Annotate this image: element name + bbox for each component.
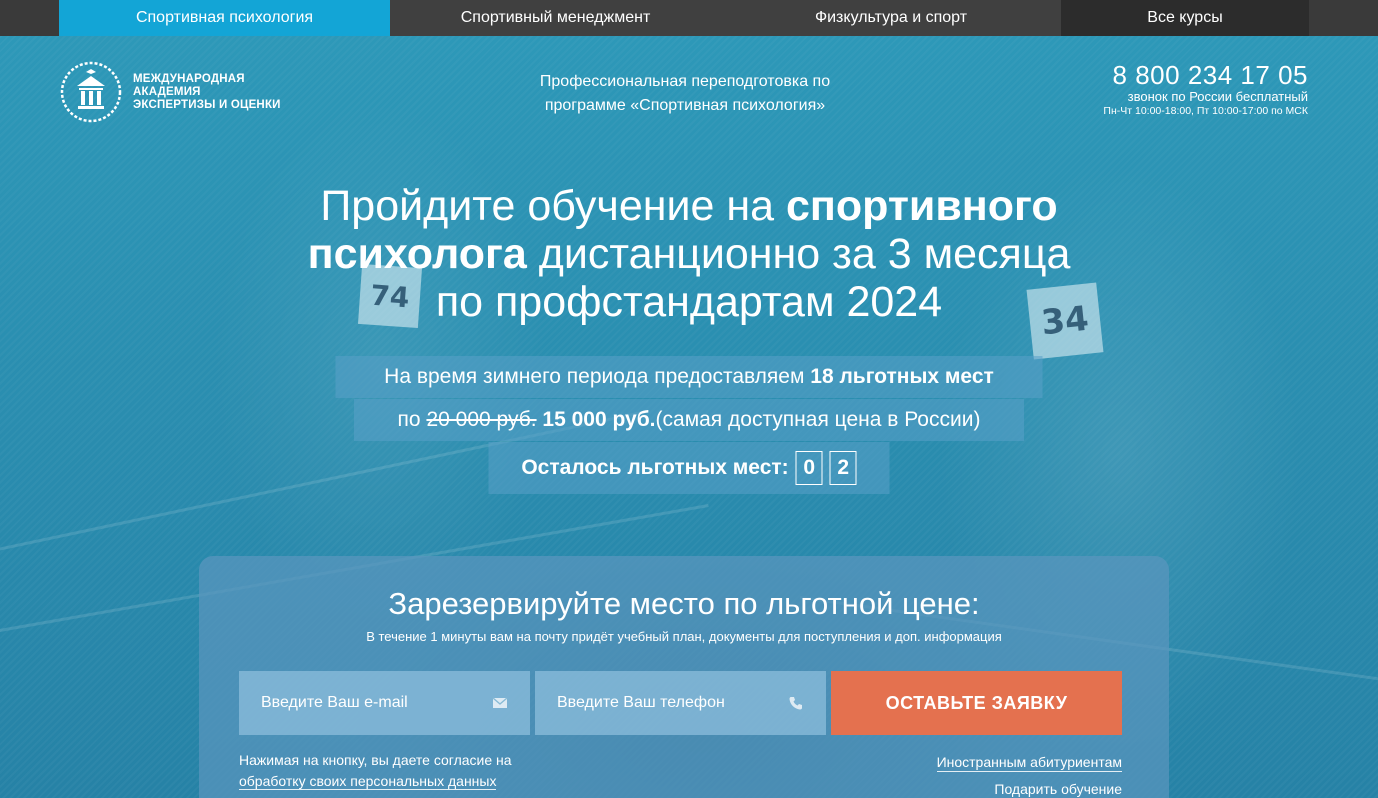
offer-seats-line: На время зимнего периода предоставляем 1… — [335, 356, 1043, 398]
foreign-applicants-link[interactable]: Иностранным абитуриентам — [936, 753, 1122, 772]
email-placeholder: Введите Ваш e-mail — [261, 694, 408, 711]
new-price: 15 000 руб. — [542, 408, 656, 431]
main-headline: Пройдите обучение на спортивного психоло… — [307, 182, 1071, 326]
remaining-seats-counter: Осталось льготных мест: 0 2 — [488, 442, 890, 494]
counter-digit: 2 — [829, 451, 857, 485]
phone-note: звонок по России бесплатный — [1127, 89, 1308, 104]
form-title: Зарезервируйте место по льготной цене: — [388, 586, 980, 621]
reservation-form: Зарезервируйте место по льготной цене: В… — [199, 556, 1169, 798]
nav-tab-sport-psychology[interactable]: Спортивная психология — [59, 0, 390, 36]
nav-tab-sport-management[interactable]: Спортивный менеджмент — [390, 0, 721, 36]
side-links: Иностранным абитуриентам Подарить обучен… — [936, 750, 1122, 798]
offer-price-line: по 20 000 руб. 15 000 руб. (самая доступ… — [354, 399, 1024, 441]
email-field[interactable]: Введите Ваш e-mail — [239, 671, 530, 735]
phone-number[interactable]: 8 800 234 17 05 — [1103, 60, 1308, 90]
counter-digit: 0 — [795, 451, 823, 485]
phone-placeholder: Введите Ваш телефон — [557, 694, 725, 711]
consent-note: Нажимая на кнопку, вы даете согласие на … — [239, 752, 512, 790]
top-navigation: Спортивная психология Спортивный менеджм… — [0, 0, 1378, 36]
academy-name: МЕЖДУНАРОДНАЯ АКАДЕМИЯ ЭКСПЕРТИЗЫ И ОЦЕН… — [133, 72, 281, 111]
old-price: 20 000 руб. — [426, 408, 537, 431]
contact-block: 8 800 234 17 05 звонок по России бесплат… — [1103, 60, 1308, 118]
phone-icon — [789, 697, 802, 710]
working-hours: Пн-Чт 10:00-18:00, Пт 10:00-17:00 по МСК — [1103, 105, 1308, 117]
submit-application-button[interactable]: ОСТАВЬТЕ ЗАЯВКУ — [831, 671, 1122, 735]
phone-field[interactable]: Введите Ваш телефон — [535, 671, 826, 735]
academy-logo[interactable]: МЕЖДУНАРОДНАЯ АКАДЕМИЯ ЭКСПЕРТИЗЫ И ОЦЕН… — [59, 60, 299, 124]
program-tagline: Профессиональная переподготовка по прогр… — [539, 73, 831, 114]
nav-tab-all-courses[interactable]: Все курсы — [1061, 0, 1309, 36]
privacy-policy-link[interactable]: обработку своих персональных данных — [239, 773, 497, 790]
gift-education-link[interactable]: Подарить обучение — [994, 780, 1122, 798]
academy-emblem-icon — [60, 61, 122, 123]
envelope-icon — [492, 697, 508, 708]
nav-tab-physical-culture[interactable]: Физкультура и спорт — [721, 0, 1061, 36]
form-subtitle: В течение 1 минуты вам на почту придёт у… — [366, 629, 1002, 644]
